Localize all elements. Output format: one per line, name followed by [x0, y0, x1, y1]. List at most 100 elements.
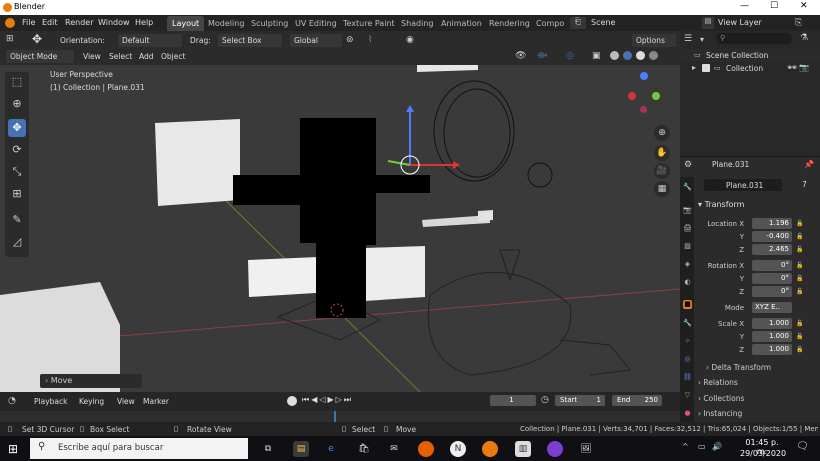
- scale-y-field[interactable]: 1.000: [752, 331, 792, 342]
- gizmo-neg-z-icon[interactable]: [640, 106, 647, 113]
- tab-animation[interactable]: Animation: [436, 16, 487, 31]
- edge-icon[interactable]: e: [323, 441, 339, 457]
- close-button[interactable]: ✕: [800, 1, 808, 11]
- move-tool-icon[interactable]: ✥: [8, 119, 26, 137]
- view-layer-name[interactable]: View Layer: [718, 18, 762, 27]
- gizmo-x-axis-icon[interactable]: [628, 92, 636, 100]
- menu-render[interactable]: Render: [65, 18, 93, 27]
- editor-type-icon[interactable]: ⊞: [6, 34, 14, 44]
- ortho-toggle-icon[interactable]: ▦: [654, 181, 670, 197]
- scene-browse-icon[interactable]: ⎗: [570, 17, 586, 29]
- scene-name[interactable]: Scene: [591, 18, 615, 27]
- record-icon[interactable]: [287, 396, 297, 406]
- menu-edit[interactable]: Edit: [42, 18, 58, 27]
- firefox-icon[interactable]: [418, 441, 434, 457]
- select-box-tool-icon[interactable]: ⬚: [8, 73, 26, 91]
- file-explorer-icon[interactable]: ▤: [293, 441, 309, 457]
- gizmo-y-axis-icon[interactable]: [652, 92, 660, 100]
- lock-location-y-icon[interactable]: 🔓: [796, 233, 803, 240]
- render-tab-icon[interactable]: 📷: [683, 206, 692, 215]
- tab-layout[interactable]: Layout: [167, 16, 205, 31]
- zoom-icon[interactable]: ⊕: [654, 125, 670, 141]
- shading-material-icon[interactable]: [636, 51, 645, 60]
- outliner-row-collection[interactable]: ▸ ▭ Collection 🕶 📷: [680, 62, 820, 75]
- last-operator-panel[interactable]: › Move: [40, 374, 142, 388]
- filter-icon[interactable]: ▾: [700, 35, 704, 44]
- drag-dropdown[interactable]: Select Box: [218, 34, 282, 47]
- outliner-search-input[interactable]: ⚲: [716, 33, 792, 44]
- lock-location-z-icon[interactable]: 🔓: [796, 246, 803, 253]
- transform-tool-icon[interactable]: ⊞: [8, 185, 26, 203]
- physics-tab-icon[interactable]: ◎: [683, 355, 692, 364]
- tab-uv-editing[interactable]: UV Editing: [290, 16, 342, 31]
- timeline-track[interactable]: [0, 411, 680, 422]
- lock-rotation-y-icon[interactable]: 🔓: [796, 275, 803, 282]
- menu-file[interactable]: File: [22, 18, 35, 27]
- pan-hand-icon[interactable]: ✋: [654, 145, 670, 161]
- app-n-icon[interactable]: N: [450, 441, 466, 457]
- overlay-toggle-icon[interactable]: ◎: [566, 51, 574, 61]
- playhead[interactable]: [334, 411, 336, 422]
- transform-pivot-icon[interactable]: ✥: [32, 32, 42, 46]
- lock-rotation-x-icon[interactable]: 🔓: [796, 262, 803, 269]
- notepad-icon[interactable]: ▥: [515, 441, 531, 457]
- outliner-editor-icon[interactable]: ☰: [684, 34, 692, 44]
- menu-window[interactable]: Window: [98, 18, 130, 27]
- pivot-point-icon[interactable]: ⊚: [346, 35, 354, 45]
- taskbar-search-input[interactable]: ⚲ Escribe aquí para buscar: [30, 438, 248, 459]
- visibility-icon[interactable]: 👁: [515, 51, 526, 61]
- constraints-tab-icon[interactable]: ⛓: [683, 373, 692, 382]
- rotation-z-field[interactable]: 0°: [752, 286, 792, 297]
- photos-icon[interactable]: 🖼: [578, 441, 594, 457]
- clock-icon[interactable]: ◷: [541, 395, 549, 405]
- mode-dropdown[interactable]: Object Mode: [6, 50, 74, 63]
- lock-scale-y-icon[interactable]: 🔓: [796, 333, 803, 340]
- location-y-field[interactable]: -0.400: [752, 231, 792, 242]
- end-frame-field[interactable]: End 250: [612, 395, 662, 406]
- blender-menu-icon[interactable]: [5, 18, 15, 28]
- menu-help[interactable]: Help: [135, 18, 153, 27]
- collection-visibility-icon[interactable]: 🕶: [787, 63, 797, 72]
- start-frame-field[interactable]: Start 1: [555, 395, 605, 406]
- menu-marker[interactable]: Marker: [143, 397, 169, 406]
- tab-modeling[interactable]: Modeling: [203, 16, 249, 31]
- scene-tab-icon[interactable]: ◈: [683, 260, 692, 269]
- output-tab-icon[interactable]: 🖨: [683, 224, 692, 233]
- timeline-editor-icon[interactable]: ◔: [8, 396, 16, 406]
- lock-scale-z-icon[interactable]: 🔓: [796, 346, 803, 353]
- cursor-tool-icon[interactable]: ⊕: [8, 95, 26, 113]
- outliner-filter-icon[interactable]: ⚗: [800, 33, 808, 43]
- transform-panel-header[interactable]: ▾ Transform: [698, 200, 744, 209]
- properties-editor-icon[interactable]: ⚙: [684, 160, 692, 170]
- menu-object[interactable]: Object: [161, 52, 185, 61]
- scale-z-field[interactable]: 1.000: [752, 344, 792, 355]
- view-layer-icon[interactable]: ▤: [702, 17, 714, 29]
- transform-orientation-dropdown[interactable]: Global: [290, 34, 342, 47]
- scale-x-field[interactable]: 1.000: [752, 318, 792, 329]
- tab-shading[interactable]: Shading: [396, 16, 439, 31]
- taskbar-date[interactable]: 29/03/2020: [740, 449, 786, 458]
- relations-panel[interactable]: › Relations: [698, 378, 738, 387]
- scale-tool-icon[interactable]: ⤡: [8, 163, 26, 181]
- location-x-field[interactable]: 1.196: [752, 218, 792, 229]
- menu-select[interactable]: Select: [109, 52, 132, 61]
- collection-render-icon[interactable]: 📷: [799, 63, 809, 72]
- annotate-tool-icon[interactable]: ✎: [8, 211, 26, 229]
- modifier-tab-icon[interactable]: 🔧: [683, 319, 692, 328]
- tab-texture-paint[interactable]: Texture Paint: [338, 16, 400, 31]
- collection-checkbox[interactable]: [702, 64, 710, 72]
- maximize-button[interactable]: ☐: [770, 1, 778, 11]
- orientation-dropdown[interactable]: Default: [118, 34, 182, 47]
- measure-tool-icon[interactable]: ◿: [8, 233, 26, 251]
- tab-rendering[interactable]: Rendering: [484, 16, 535, 31]
- tool-tab-icon[interactable]: 🔧: [683, 183, 692, 192]
- tab-compositing[interactable]: Compo: [531, 16, 569, 31]
- collections-panel[interactable]: › Collections: [698, 394, 744, 403]
- navigation-gizmo[interactable]: [620, 70, 668, 118]
- menu-playback[interactable]: Playback: [34, 397, 67, 406]
- gizmo-toggle-icon[interactable]: ⟴: [537, 51, 547, 61]
- instancing-panel[interactable]: › Instancing: [698, 409, 742, 418]
- data-tab-icon[interactable]: ▽: [683, 391, 692, 400]
- store-icon[interactable]: 🛍: [356, 441, 372, 457]
- object-name-field[interactable]: Plane.031: [704, 179, 782, 191]
